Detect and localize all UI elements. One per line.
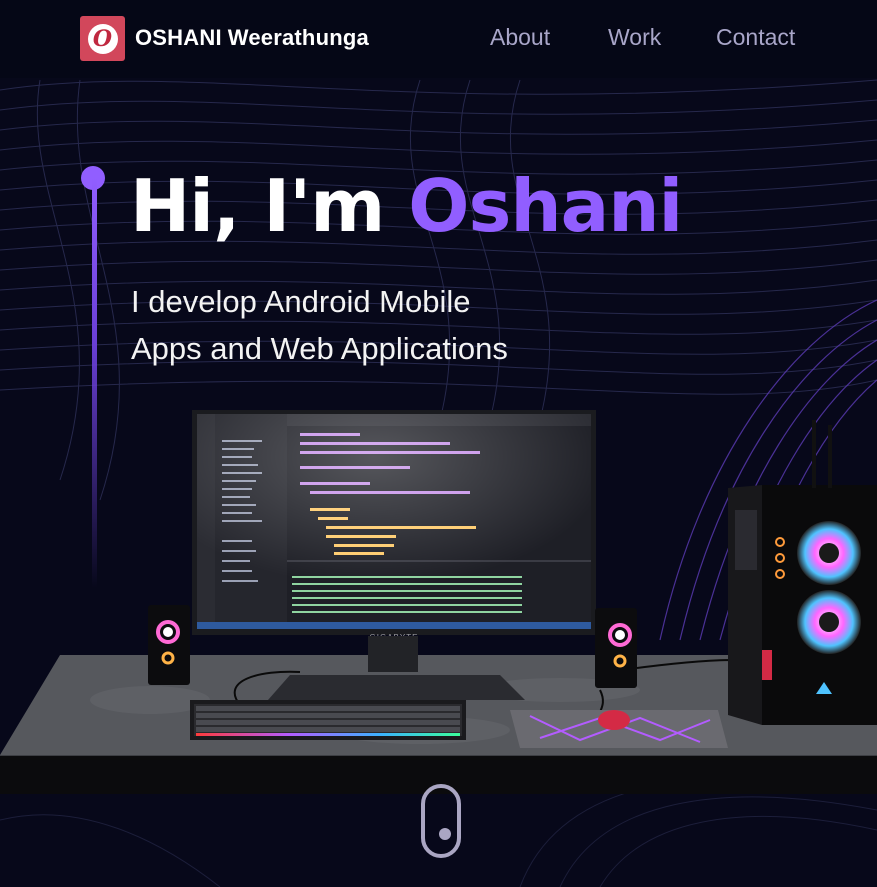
hero-greeting: Hi, I'm: [130, 164, 409, 248]
mouse: [598, 710, 630, 730]
brand-first-name: OSHANI: [135, 25, 222, 50]
hero-subtitle: I develop Android Mobile Apps and Web Ap…: [131, 278, 631, 372]
navbar: O OSHANI Weerathunga About Work Contact: [0, 0, 877, 78]
nav-link-work[interactable]: Work: [608, 24, 661, 51]
scroll-dot: [439, 828, 451, 840]
monitor-stand-neck: [368, 636, 418, 672]
monitor-stand-base: [268, 675, 525, 700]
hero-title: Hi, I'm Oshani: [130, 164, 683, 248]
hero-name: Oshani: [408, 164, 683, 248]
hero-subtitle-line2: Apps and Web Applications: [131, 331, 508, 366]
hero-subtitle-line1: I develop Android Mobile: [131, 284, 471, 319]
brand-name[interactable]: OSHANI Weerathunga: [135, 25, 375, 51]
left-speaker: [148, 605, 190, 685]
brand-last-name: Weerathunga: [227, 25, 369, 50]
nav-link-contact[interactable]: Contact: [716, 24, 795, 51]
nav-link-about[interactable]: About: [490, 24, 550, 51]
logo-letter: O: [87, 23, 118, 54]
desktop-pc-3d-scene[interactable]: GIGABYTE: [0, 400, 877, 800]
logo[interactable]: O: [80, 16, 125, 61]
right-speaker: [595, 608, 637, 688]
scroll-down-indicator[interactable]: [421, 784, 461, 858]
